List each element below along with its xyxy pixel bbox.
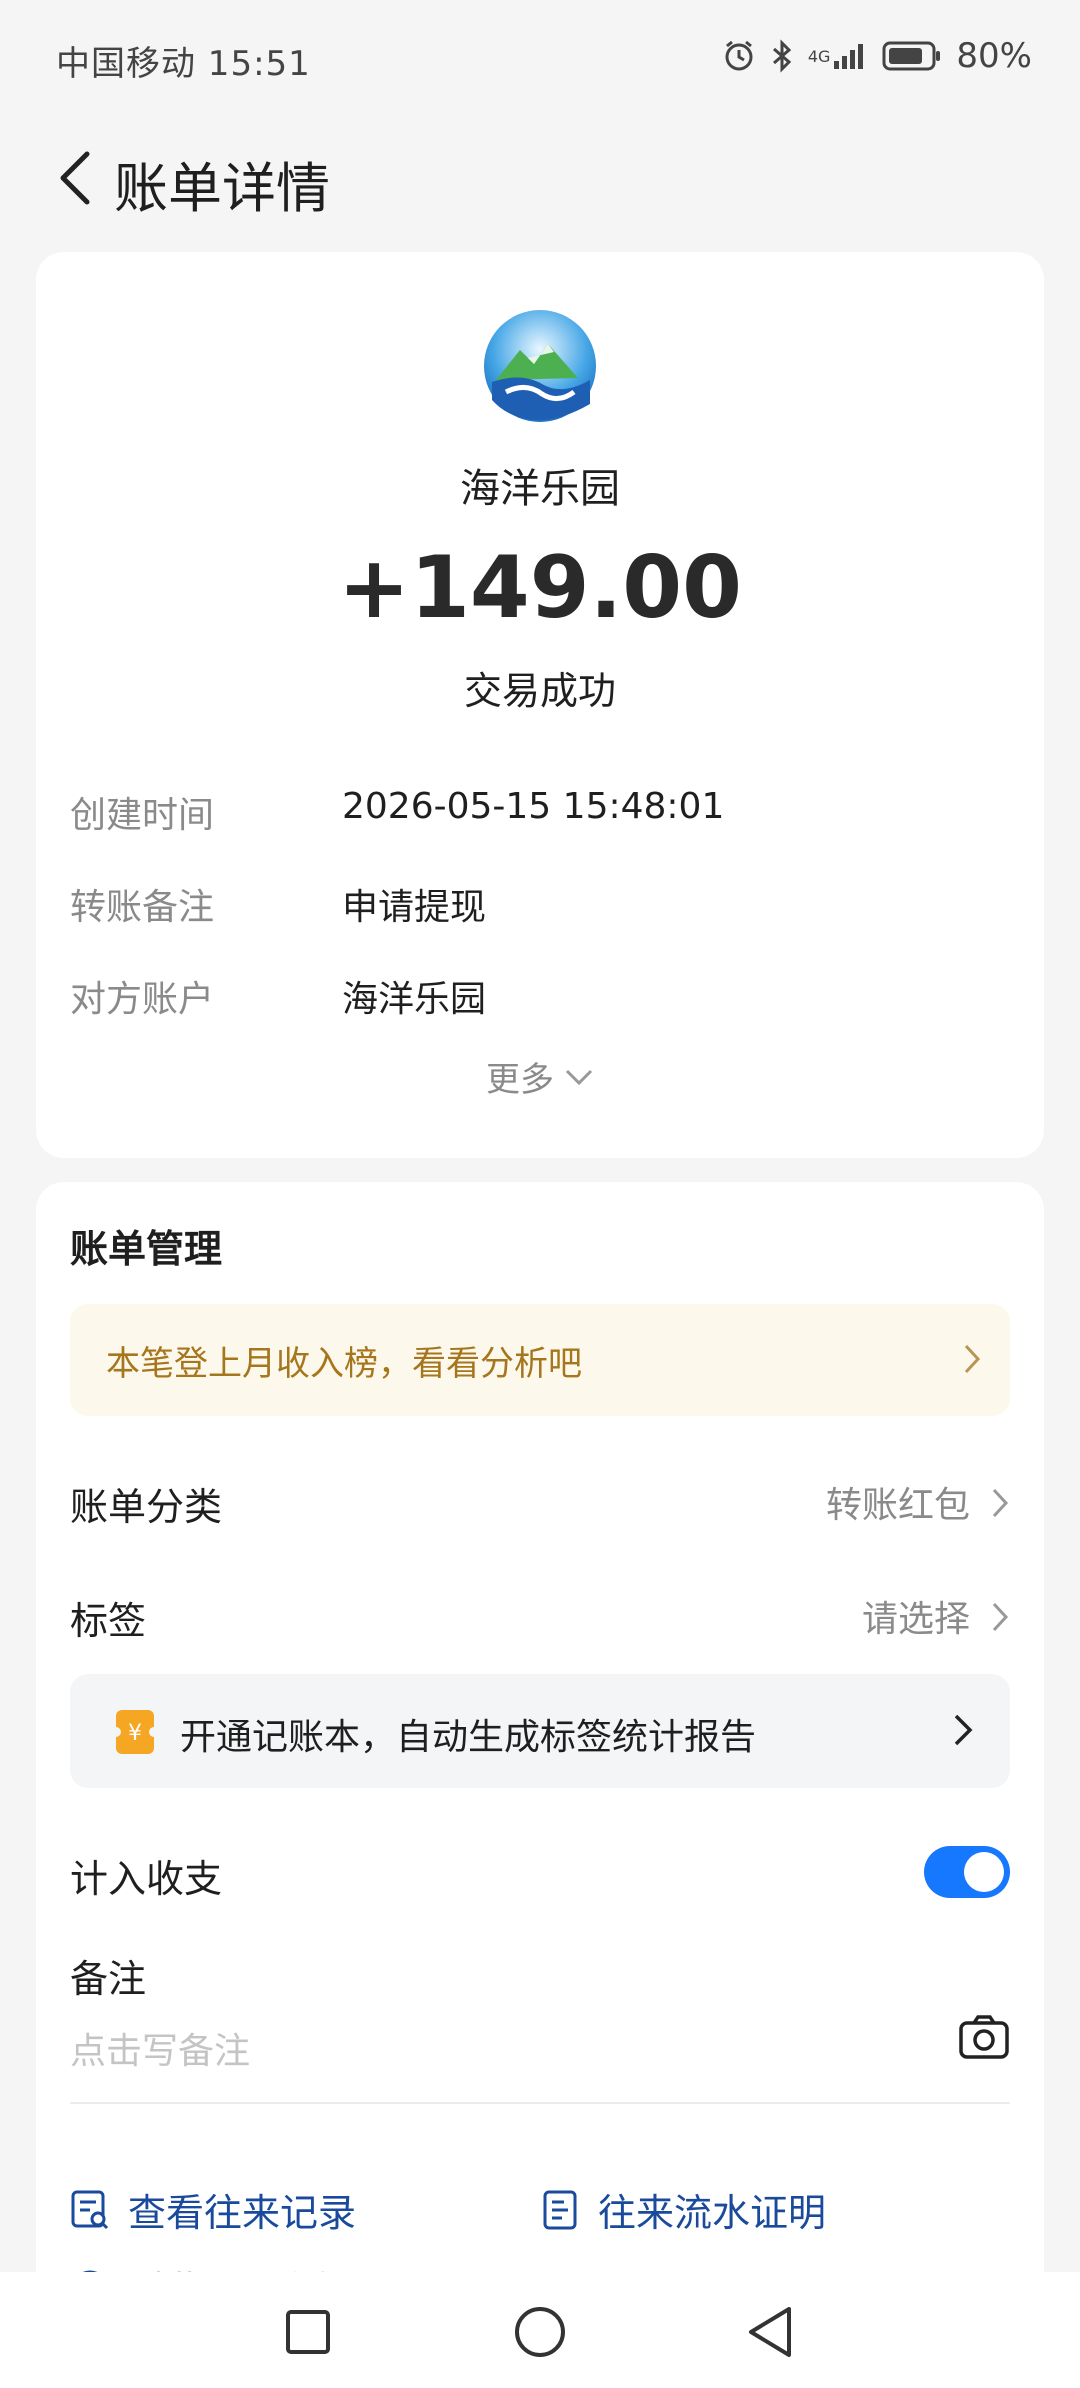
transaction-amount: +149.00 <box>338 538 742 638</box>
remark-row: 备注 <box>70 1948 1010 2018</box>
view-records-link[interactable]: 查看往来记录 <box>70 2182 356 2237</box>
chevron-left-icon <box>60 151 90 205</box>
recents-square-icon <box>286 2310 330 2354</box>
chevron-down-icon <box>565 1069 593 1085</box>
recents-button[interactable] <box>278 2302 338 2362</box>
bookkeeping-icon: ¥ <box>111 1708 159 1760</box>
bookkeeping-text: 开通记账本，自动生成标签统计报告 <box>180 1717 757 1758</box>
category-value: 转账红包 <box>825 1485 970 1526</box>
carrier-time: 中国移动 15:51 <box>56 44 311 84</box>
category-label: 账单分类 <box>70 1485 223 1529</box>
toggle-knob <box>964 1852 1004 1892</box>
back-nav-button[interactable] <box>740 2302 800 2362</box>
merchant-name: 海洋乐园 <box>460 466 620 512</box>
transaction-card: 海洋乐园 +149.00 交易成功 创建时间 2026-05-15 15:48:… <box>36 252 1044 1158</box>
link-label: 往来流水证明 <box>598 2191 827 2235</box>
back-button[interactable] <box>30 128 120 228</box>
tag-value: 请选择 <box>861 1599 970 1640</box>
divider <box>70 2102 1010 2104</box>
promo-banner[interactable]: 本笔登上月收入榜，看看分析吧 <box>70 1304 1010 1416</box>
detail-value: 2026-05-15 15:48:01 <box>342 786 725 827</box>
link-label: 查看往来记录 <box>128 2191 357 2235</box>
alarm-icon <box>722 39 756 73</box>
document-icon <box>543 2190 577 2229</box>
detail-value[interactable]: 海洋乐园 <box>342 970 486 1022</box>
remark-input[interactable]: 点击写备注 <box>70 2022 250 2074</box>
detail-label: 对方账户 <box>70 979 215 1020</box>
detail-row-created-time: 创建时间 2026-05-15 15:48:01 <box>70 786 1010 846</box>
camera-button[interactable] <box>958 2014 1010 2064</box>
category-row[interactable]: 账单分类 转账红包 <box>70 1476 1010 1546</box>
management-card: 账单管理 本笔登上月收入榜，看看分析吧 账单分类 转账红包 标签 请选择 ¥ 开… <box>36 1182 1044 2342</box>
camera-icon <box>959 2015 1009 2059</box>
chevron-right-icon <box>992 1488 1009 1518</box>
header: 账单详情 <box>0 120 1080 240</box>
more-button[interactable]: 更多 <box>36 1052 1044 1101</box>
battery-icon <box>882 40 942 72</box>
section-title: 账单管理 <box>70 1227 223 1271</box>
merchant-logo <box>482 308 598 424</box>
bluetooth-icon <box>770 39 794 73</box>
more-label: 更多 <box>486 1060 554 1100</box>
transaction-status: 交易成功 <box>463 669 616 713</box>
detail-label: 创建时间 <box>70 795 215 836</box>
network-type: 4G <box>807 46 831 66</box>
page-title: 账单详情 <box>114 157 330 220</box>
income-toggle[interactable] <box>924 1846 1010 1898</box>
detail-label: 转账备注 <box>70 887 215 928</box>
detail-row-transfer-note: 转账备注 申请提现 <box>70 878 1010 938</box>
detail-value: 申请提现 <box>342 887 487 928</box>
income-row: 计入收支 <box>70 1848 1010 1918</box>
promo-text: 本笔登上月收入榜，看看分析吧 <box>106 1344 582 1384</box>
bookkeeping-banner[interactable]: ¥ 开通记账本，自动生成标签统计报告 <box>70 1674 1010 1788</box>
status-icons: 4G 80% <box>722 36 1032 76</box>
home-button[interactable] <box>510 2302 570 2362</box>
detail-row-counterparty: 对方账户 海洋乐园 <box>70 970 1010 1030</box>
system-nav-bar <box>0 2272 1080 2388</box>
yen-symbol: ¥ <box>128 1721 142 1746</box>
remark-label: 备注 <box>70 1957 147 2001</box>
statement-proof-link[interactable]: 往来流水证明 <box>540 2182 826 2237</box>
chevron-right-icon <box>954 1714 973 1746</box>
battery-level: 80% <box>956 36 1032 76</box>
status-bar: 中国移动 15:51 4G 80% <box>0 0 1080 120</box>
income-label: 计入收支 <box>70 1857 223 1901</box>
signal-icon: 4G <box>808 41 869 71</box>
records-search-icon <box>71 2190 109 2229</box>
home-circle-icon <box>515 2307 565 2357</box>
tag-row[interactable]: 标签 请选择 <box>70 1590 1010 1660</box>
chevron-right-icon <box>992 1602 1009 1632</box>
tag-label: 标签 <box>70 1599 147 1643</box>
chevron-right-icon <box>964 1344 981 1374</box>
back-triangle-icon <box>749 2307 791 2357</box>
